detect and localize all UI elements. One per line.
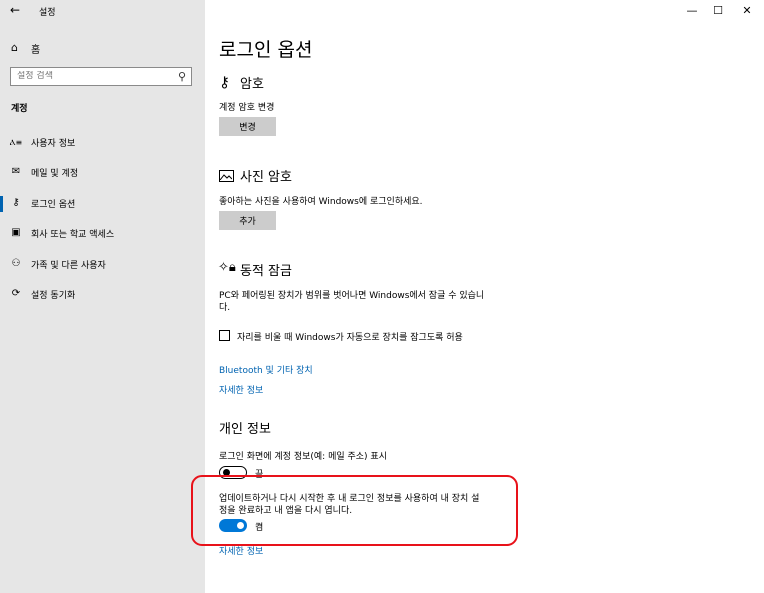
- sidebar-item-user-info[interactable]: Ⲁ≡ 사용자 정보: [0, 131, 205, 155]
- sidebar-item-label: 메일 및 계정: [31, 169, 79, 179]
- sidebar-item-label: 회사 또는 학교 액세스: [31, 230, 115, 240]
- app-title: 설정: [39, 8, 56, 18]
- add-picture-password-button[interactable]: 추가: [219, 211, 276, 230]
- sidebar-item-signin-options[interactable]: ⚷ 로그인 옵션: [0, 192, 205, 216]
- picture-icon: [219, 170, 234, 182]
- privacy-title: 개인 정보: [219, 422, 271, 437]
- maximize-button[interactable]: ☐: [708, 4, 728, 17]
- search-box[interactable]: ⚲: [10, 67, 192, 86]
- sidebar-item-label: 설정 동기화: [31, 291, 76, 301]
- close-button[interactable]: ✕: [737, 4, 757, 17]
- sidebar-item-mail-accounts[interactable]: ✉ 메일 및 계정: [0, 161, 205, 185]
- sidebar-item-sync[interactable]: ⟳ 설정 동기화: [0, 283, 205, 307]
- home-icon[interactable]: ⌂: [11, 41, 18, 54]
- section-title: 계정: [11, 104, 28, 114]
- sidebar-item-label: 가족 및 다른 사용자: [31, 261, 106, 271]
- mail-icon: ✉: [11, 166, 21, 177]
- sidebar-item-work-school[interactable]: ▣ 회사 또는 학교 액세스: [0, 222, 205, 246]
- person-card-icon: Ⲁ≡: [9, 138, 23, 147]
- highlight-annotation: [191, 475, 518, 546]
- dynamic-lock-checkbox[interactable]: [219, 330, 230, 341]
- key-icon: ⚷: [219, 73, 230, 91]
- main-content: — ☐ ✕ 로그인 옵션 ⚷ 암호 계정 암호 변경 변경 사진 암호 좋아하는…: [191, 0, 764, 593]
- minimize-button[interactable]: —: [682, 4, 702, 17]
- page-title: 로그인 옵션: [219, 39, 313, 61]
- sidebar-item-label: 로그인 옵션: [31, 200, 76, 210]
- bluetooth-devices-link[interactable]: Bluetooth 및 기타 장치: [219, 363, 313, 376]
- dynamic-lock-description-line1: PC와 페어링된 장치가 범위를 벗어나면 Windows에서 잠글 수 있습니: [219, 291, 485, 301]
- search-icon[interactable]: ⚲: [178, 70, 186, 83]
- sync-icon: ⟳: [11, 288, 21, 299]
- sidebar-item-label: 사용자 정보: [31, 139, 76, 149]
- dynamic-lock-title: 동적 잠금: [240, 264, 292, 279]
- search-input[interactable]: [17, 71, 167, 81]
- password-title: 암호: [240, 77, 264, 92]
- sidebar: ← 설정 ⌂ 홈 ⚲ 계정 Ⲁ≡ 사용자 정보 ✉ 메일 및 계정 ⚷ 로그인 …: [0, 0, 205, 593]
- sidebar-item-family[interactable]: ⚇ 가족 및 다른 사용자: [0, 253, 205, 277]
- picture-password-title: 사진 암호: [240, 170, 292, 185]
- home-link[interactable]: 홈: [31, 41, 40, 56]
- picture-password-description: 좋아하는 사진을 사용하여 Windows에 로그인하세요.: [219, 197, 423, 207]
- dynamic-lock-icon: ✧🔒︎: [218, 260, 236, 275]
- show-account-details-label: 로그인 화면에 계정 정보(예: 메일 주소) 표시: [219, 452, 387, 462]
- dynamic-lock-checkbox-label[interactable]: 자리를 비울 때 Windows가 자동으로 장치를 잠그도록 허용: [237, 330, 463, 343]
- people-icon: ⚇: [11, 258, 21, 269]
- dynamic-lock-learn-more-link[interactable]: 자세한 정보: [219, 383, 263, 396]
- dynamic-lock-description-line2: 다.: [219, 303, 231, 313]
- briefcase-icon: ▣: [11, 227, 21, 238]
- key-icon: ⚷: [12, 197, 20, 208]
- change-password-button[interactable]: 변경: [219, 117, 276, 136]
- back-arrow-icon[interactable]: ←: [10, 3, 26, 19]
- password-description: 계정 암호 변경: [219, 103, 275, 113]
